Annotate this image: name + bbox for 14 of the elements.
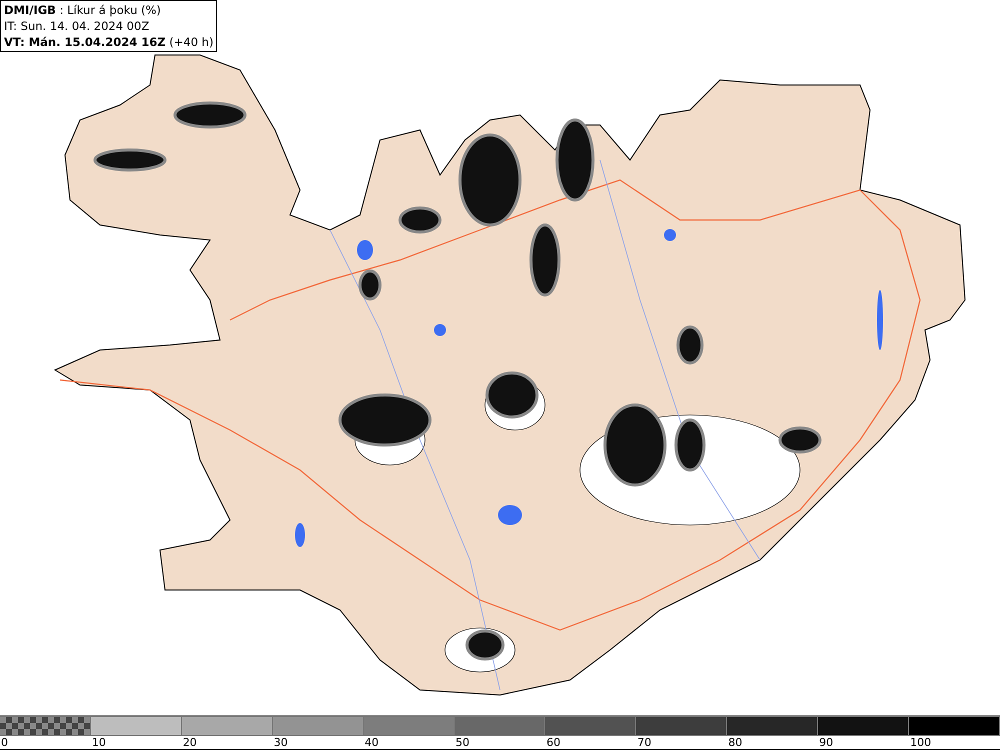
title-line: IT: Sun. 14. 04. 2024 00Z [4,18,150,34]
scale-label: 10 [90,736,106,749]
scale-label: 100 [909,736,932,749]
scale-label: 40 [364,736,379,749]
scale-label: 60 [545,736,560,749]
scale-label: 70 [636,736,652,749]
scale-label: 0 [0,736,8,749]
title-line: VT: Mán. 15.04.2024 16Z (+40 h) [4,34,214,50]
scale-label: 80 [727,736,742,749]
title-line: DMI/IGB : Líkur á þoku (%) [4,2,162,18]
scale-label: 20 [182,736,197,749]
scale-label: 30 [272,736,288,749]
scale-label: 90 [818,736,834,749]
scale-label: 50 [454,736,470,749]
